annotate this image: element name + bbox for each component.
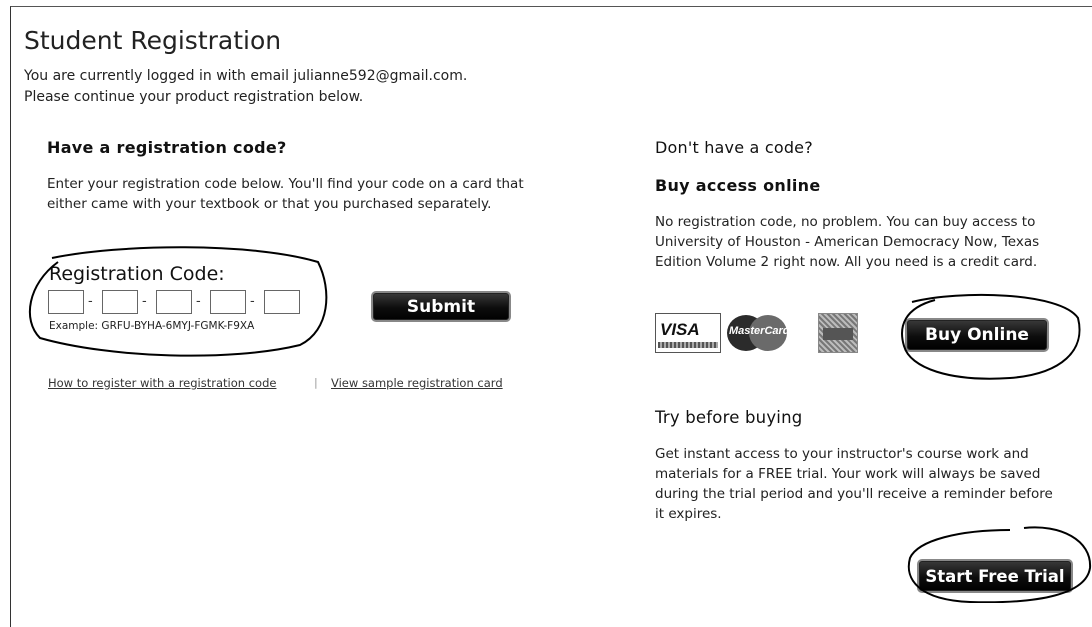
code-separator-dash: -	[196, 294, 201, 309]
mastercard-logo: MasterCard	[727, 313, 790, 353]
login-notice: You are currently logged in with email j…	[24, 66, 467, 108]
no-code-heading: Don't have a code?	[655, 138, 813, 157]
buy-online-button[interactable]: Buy Online	[905, 318, 1049, 352]
code-separator-dash: -	[88, 294, 93, 309]
registration-code-label: Registration Code:	[49, 263, 225, 285]
mastercard-logo-text: MasterCard	[729, 325, 790, 337]
registration-code-field-2[interactable]	[102, 290, 138, 314]
registration-code-field-5[interactable]	[264, 290, 300, 314]
visa-logo-text: VISA	[660, 320, 700, 339]
submit-button[interactable]: Submit	[371, 291, 511, 322]
view-sample-card-link[interactable]: View sample registration card	[331, 376, 503, 390]
try-before-buying-heading: Try before buying	[655, 408, 803, 427]
registration-code-field-3[interactable]	[156, 290, 192, 314]
how-to-register-link[interactable]: How to register with a registration code	[48, 376, 276, 390]
login-email-text: You are currently logged in with email j…	[24, 68, 468, 84]
code-separator-dash: -	[142, 294, 147, 309]
registration-code-heading: Have a registration code?	[47, 138, 287, 157]
registration-code-field-1[interactable]	[48, 290, 84, 314]
registration-code-field-4[interactable]	[210, 290, 246, 314]
page-title: Student Registration	[24, 26, 282, 55]
visa-logo: VISA	[655, 313, 721, 353]
link-separator: |	[314, 376, 318, 389]
code-separator-dash: -	[250, 294, 255, 309]
buy-access-heading: Buy access online	[655, 176, 821, 195]
registration-code-example: Example: GRFU-BYHA-6MYJ-FGMK-F9XA	[49, 320, 255, 332]
start-free-trial-button[interactable]: Start Free Trial	[917, 559, 1073, 593]
american-express-logo	[818, 313, 858, 353]
buy-access-description: No registration code, no problem. You ca…	[655, 214, 1040, 270]
registration-code-description: Enter your registration code below. You'…	[47, 176, 524, 212]
continue-registration-text: Please continue your product registratio…	[24, 89, 364, 105]
free-trial-description: Get instant access to your instructor's …	[655, 446, 1053, 522]
